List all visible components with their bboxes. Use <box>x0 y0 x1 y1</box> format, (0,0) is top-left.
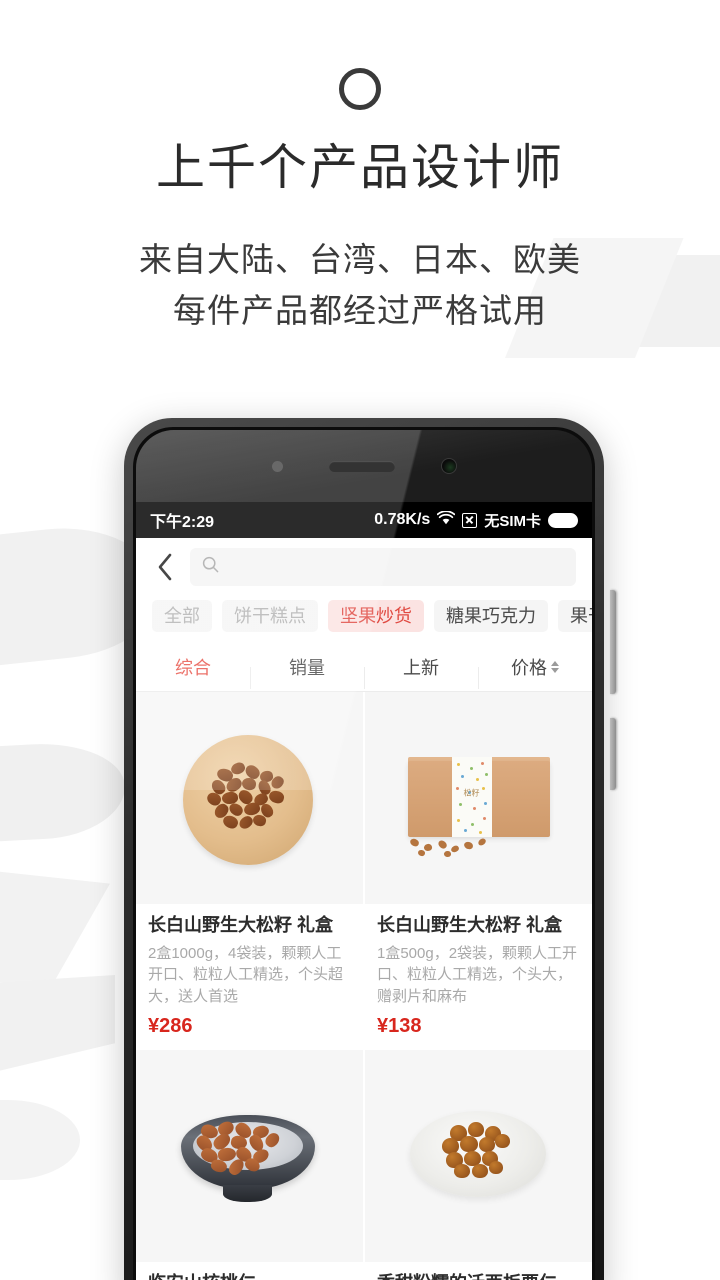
decor-shape-left-2 <box>0 739 128 846</box>
product-title: 临安山核桃仁 <box>148 1272 351 1280</box>
product-image-pine-nuts <box>136 692 363 904</box>
product-grid: 长白山野生大松籽 礼盒 2盒1000g，4袋装，颗颗人工开口、粒粒人工精选，个头… <box>136 692 592 1280</box>
hero-section: 上千个产品设计师 来自大陆、台湾、日本、欧美 每件产品都经过严格试用 <box>0 0 720 336</box>
category-chip-nuts[interactable]: 坚果炒货 <box>328 600 424 632</box>
product-price: ¥286 <box>148 1014 193 1037</box>
product-desc: 2盒1000g，4袋装，颗颗人工开口、粒粒人工精选，个头超大，送人首选 <box>148 944 344 1006</box>
earpiece-speaker <box>328 460 395 472</box>
sim-status: 无SIM卡 <box>484 512 541 530</box>
battery-full-icon <box>548 512 578 528</box>
search-navbar <box>136 538 592 596</box>
product-card[interactable]: 松籽 长白山野生大松籽 礼盒 1盒500g，2袋装，颗颗人工开口、粒粒人工精选，… <box>365 692 592 1048</box>
volume-button[interactable] <box>610 590 616 694</box>
decor-shape-left-4 <box>0 975 115 1085</box>
product-image-gift-box: 松籽 <box>365 692 592 904</box>
x-box-icon <box>462 512 478 528</box>
phone-mockup: 下午2:29 0.78K/s 无SIM卡 全部 饼干糕点 坚果炒货 糖果巧克力 … <box>124 418 616 1280</box>
product-image-walnuts <box>136 1049 363 1262</box>
decor-shape-left-5 <box>0 1100 80 1180</box>
category-chip-dried-fruit[interactable]: 果干蜜饯 <box>558 600 592 632</box>
page-title: 上千个产品设计师 <box>155 141 564 195</box>
circle-ring-icon <box>339 68 381 110</box>
product-desc: 1盒500g，2袋装，颗颗人工开口、粒粒人工精选，个头大，赠剥片和麻布 <box>377 944 578 1006</box>
product-card[interactable]: 临安山核桃仁 <box>136 1049 363 1280</box>
hero-subtitle: 来自大陆、台湾、日本、欧美 每件产品都经过严格试用 <box>0 234 720 336</box>
product-price: ¥138 <box>377 1014 422 1037</box>
promo-page: 上千个产品设计师 来自大陆、台湾、日本、欧美 每件产品都经过严格试用 下午2:2… <box>0 0 720 1280</box>
front-camera-icon <box>440 458 457 474</box>
sort-tab-comprehensive[interactable]: 综合 <box>136 654 250 680</box>
decor-shape-left-3 <box>0 862 110 982</box>
sort-tab-new[interactable]: 上新 <box>364 654 478 689</box>
sort-tab-sales[interactable]: 销量 <box>250 654 364 689</box>
product-card[interactable]: 长白山野生大松籽 礼盒 2盒1000g，4袋装，颗颗人工开口、粒粒人工精选，个头… <box>136 692 363 1048</box>
sort-arrows-icon <box>551 660 559 673</box>
sort-tab-new-label: 上新 <box>403 657 439 678</box>
search-input[interactable] <box>227 558 564 576</box>
network-speed: 0.78K/s <box>374 511 431 528</box>
search-field[interactable] <box>190 548 576 586</box>
power-button[interactable] <box>610 718 616 790</box>
phone-glass: 下午2:29 0.78K/s 无SIM卡 全部 饼干糕点 坚果炒货 糖果巧克力 … <box>136 430 592 1280</box>
hero-subtitle-line-1: 来自大陆、台湾、日本、欧美 <box>139 240 581 278</box>
product-title: 长白山野生大松籽 礼盒 <box>377 915 562 935</box>
product-card[interactable]: 香甜粉糯的迁西板栗仁 <box>365 1049 592 1280</box>
phone-bezel: 下午2:29 0.78K/s 无SIM卡 全部 饼干糕点 坚果炒货 糖果巧克力 … <box>133 427 595 1280</box>
phone-screen: 下午2:29 0.78K/s 无SIM卡 全部 饼干糕点 坚果炒货 糖果巧克力 … <box>136 502 592 1280</box>
proximity-sensor-icon <box>271 460 283 472</box>
sort-tab-bar[interactable]: 综合 销量 上新 价格 <box>136 642 592 692</box>
category-chip-chocolate[interactable]: 糖果巧克力 <box>434 600 548 632</box>
sort-tab-sales-label: 销量 <box>289 657 325 678</box>
category-chip-biscuits[interactable]: 饼干糕点 <box>222 600 318 632</box>
sort-tab-comprehensive-label: 综合 <box>175 657 211 678</box>
hero-subtitle-line-2: 每件产品都经过严格试用 <box>173 291 547 329</box>
product-image-chestnuts <box>365 1049 592 1262</box>
wifi-icon <box>437 509 456 530</box>
gift-box-label: 松籽 <box>463 788 480 798</box>
sort-tab-price[interactable]: 价格 <box>478 654 592 689</box>
phone-top-bezel <box>136 430 592 502</box>
back-chevron-icon[interactable] <box>150 552 180 582</box>
category-chip-all[interactable]: 全部 <box>152 600 212 632</box>
sort-tab-price-label: 价格 <box>511 657 547 678</box>
search-icon <box>202 556 219 578</box>
category-chip-list[interactable]: 全部 饼干糕点 坚果炒货 糖果巧克力 果干蜜饯 <box>136 596 592 642</box>
status-bar: 下午2:29 0.78K/s 无SIM卡 <box>136 502 592 538</box>
product-title: 长白山野生大松籽 礼盒 <box>148 915 333 935</box>
status-time: 下午2:29 <box>150 514 215 531</box>
product-title: 香甜粉糯的迁西板栗仁 <box>377 1272 580 1280</box>
